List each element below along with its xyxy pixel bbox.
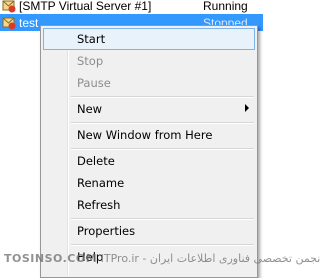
smtp-server-icon xyxy=(1,15,16,30)
list-row-smtp-server[interactable]: [SMTP Virtual Server #1] Running xyxy=(0,0,263,14)
smtp-server-icon xyxy=(1,0,16,13)
menu-item-label: Stop xyxy=(77,54,104,68)
submenu-arrow-icon xyxy=(245,104,249,112)
menu-item-pause[interactable]: Pause xyxy=(43,72,255,94)
menu-item-new[interactable]: New xyxy=(43,98,255,120)
menu-item-refresh[interactable]: Refresh xyxy=(43,194,255,216)
menu-item-label: Properties xyxy=(77,224,136,238)
menu-item-delete[interactable]: Delete xyxy=(43,150,255,172)
row-status: Running xyxy=(203,0,248,13)
menu-item-label: Start xyxy=(77,32,106,46)
menu-item-label: Rename xyxy=(77,176,125,190)
menu-item-stop[interactable]: Stop xyxy=(43,50,255,72)
menu-item-label: New Window from Here xyxy=(77,128,213,142)
menu-item-label: New xyxy=(77,102,103,116)
row-name: test xyxy=(19,16,39,30)
row-name: [SMTP Virtual Server #1] xyxy=(19,0,152,13)
menu-item-start[interactable]: Start xyxy=(43,28,255,50)
menu-item-rename[interactable]: Rename xyxy=(43,172,255,194)
menu-item-properties[interactable]: Properties xyxy=(43,220,255,242)
menu-item-label: Refresh xyxy=(77,198,121,212)
menu-item-new-window[interactable]: New Window from Here xyxy=(43,124,255,146)
watermark: TOSINSO.COM انجمن تخصصی فناوری اطلاعات ا… xyxy=(4,252,320,265)
context-menu: Start Stop Pause New New Window from Her… xyxy=(40,25,258,278)
menu-item-label: Pause xyxy=(77,76,111,90)
watermark-brand: TOSINSO.COM xyxy=(4,252,98,265)
watermark-text: انجمن تخصصی فناوری اطلاعات ایران - ITPro… xyxy=(100,252,320,265)
menu-item-label: Delete xyxy=(77,154,115,168)
